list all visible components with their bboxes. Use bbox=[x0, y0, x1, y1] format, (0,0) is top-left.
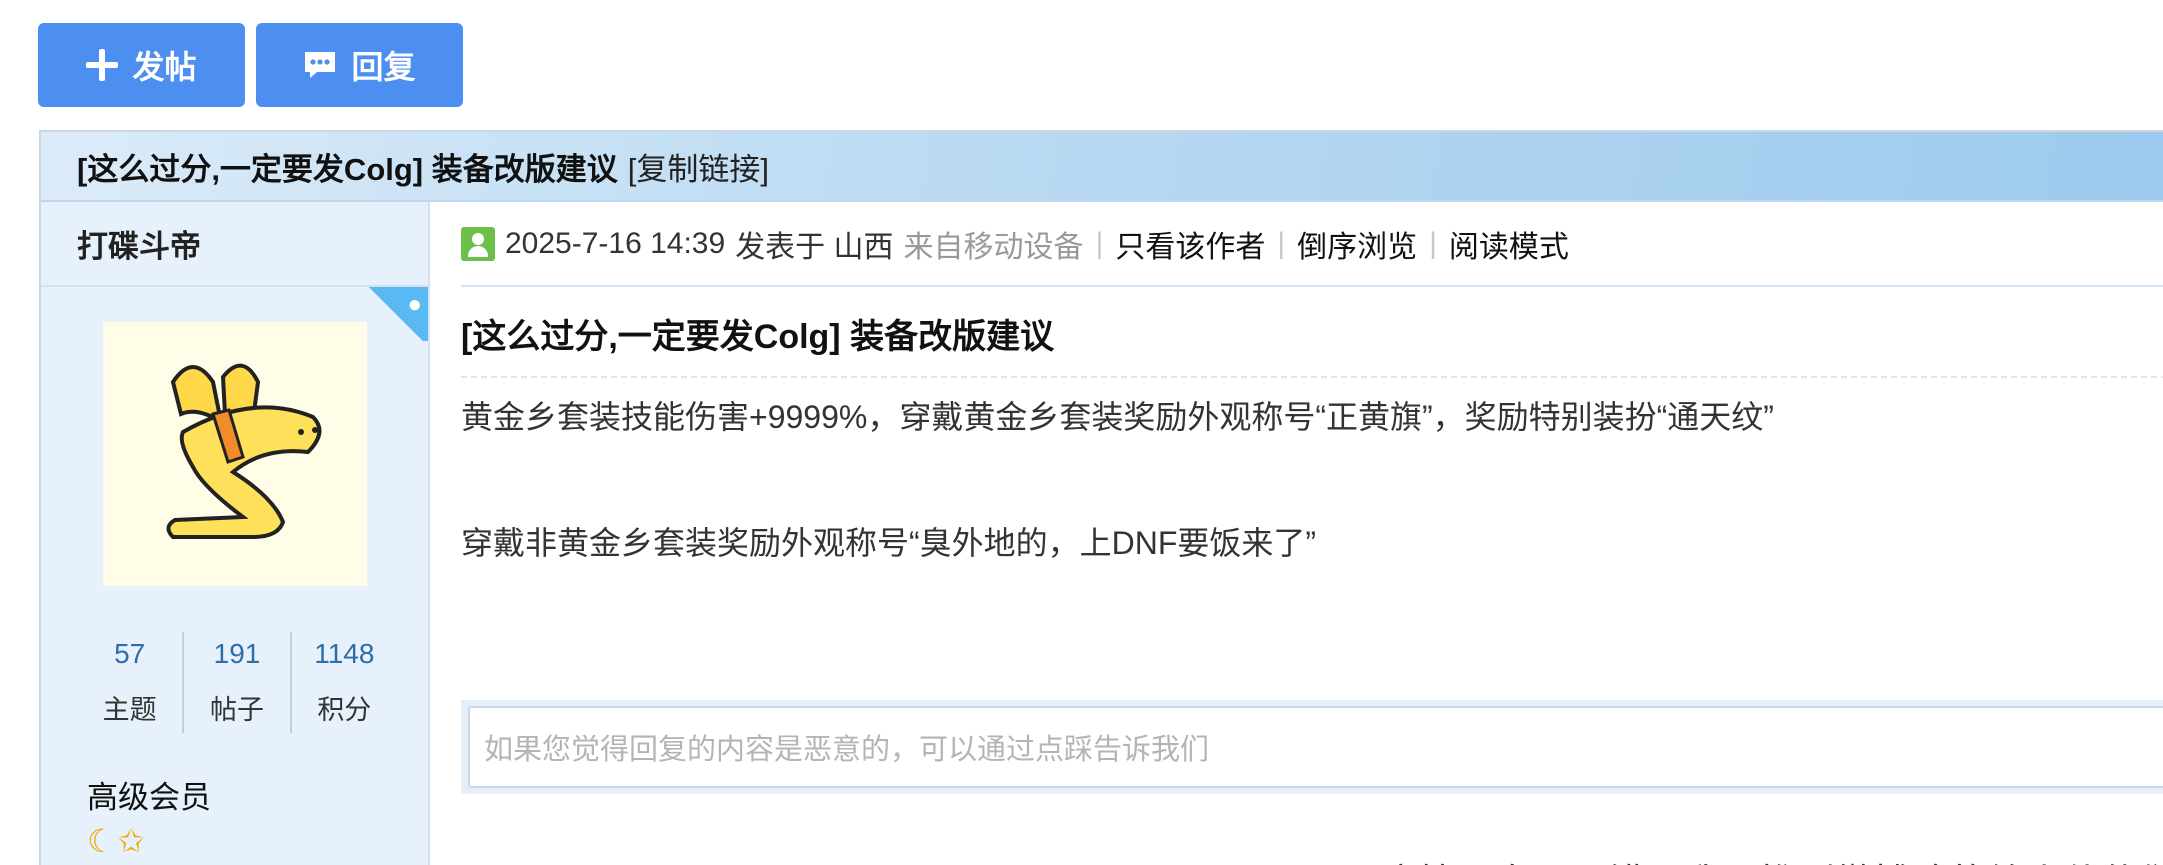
thread-title: [这么过分,一定要发Colg] 装备改版建议 bbox=[77, 151, 618, 187]
avatar-image bbox=[166, 363, 322, 539]
only-author-link[interactable]: 只看该作者 bbox=[1115, 222, 1265, 266]
divider: | bbox=[1095, 226, 1104, 260]
post-content: 2025-7-16 14:39 发表于 山西 来自移动设备 | 只看该作者 | … bbox=[461, 202, 2163, 865]
recommend-text: 这帖子真心不错。我要推到微博啥的给小伙伴们 bbox=[1379, 852, 2163, 865]
stat-posts[interactable]: 191 帖子 bbox=[184, 632, 292, 733]
author-sidebar: 打碟斗帝 ● 57 主题 191 帖子 1148 积分 高级会员 ☾✩ bbox=[41, 202, 430, 865]
avatar[interactable] bbox=[103, 322, 367, 586]
stat-points[interactable]: 1148 积分 bbox=[292, 632, 397, 733]
report-hint-box: 如果您觉得回复的内容是恶意的，可以通过点踩告诉我们 bbox=[461, 700, 2163, 794]
thread-header: [这么过分,一定要发Colg] 装备改版建议 [复制链接] bbox=[41, 132, 2163, 202]
reply-button-label: 回复 bbox=[351, 49, 416, 85]
online-status-icon bbox=[461, 226, 495, 261]
divider: | bbox=[1429, 226, 1437, 260]
divider: | bbox=[1277, 226, 1286, 260]
post-location: 发表于 山西 bbox=[735, 230, 894, 264]
report-hint-text: 如果您觉得回复的内容是恶意的，可以通过点踩告诉我们 bbox=[468, 706, 2163, 788]
read-mode-link[interactable]: 阅读模式 bbox=[1449, 222, 1569, 266]
stat-threads[interactable]: 57 主题 bbox=[77, 632, 185, 733]
thread-container: [这么过分,一定要发Colg] 装备改版建议 [复制链接] 打碟斗帝 ● 57 … bbox=[39, 130, 2163, 865]
copy-link[interactable]: [复制链接] bbox=[628, 144, 769, 189]
comment-icon bbox=[305, 52, 336, 78]
post-device: 来自移动设备 bbox=[903, 230, 1084, 264]
apple-icon: ● bbox=[407, 291, 423, 318]
post-body-line: 黄金乡套装技能伤害+9999%，穿戴黄金乡套装奖励外观称号“正黄旗”，奖励特别装… bbox=[461, 399, 1774, 435]
post-date: 2025-7-16 14:39 bbox=[505, 226, 726, 260]
post-button[interactable]: 发帖 bbox=[38, 23, 245, 107]
author-name[interactable]: 打碟斗帝 bbox=[41, 202, 428, 287]
plus-icon bbox=[86, 49, 119, 81]
reverse-order-link[interactable]: 倒序浏览 bbox=[1297, 222, 1417, 266]
post-body-line: 穿戴非黄金乡套装奖励外观称号“臭外地的，上DNF要饭来了” bbox=[461, 525, 1317, 561]
post-button-label: 发帖 bbox=[132, 49, 197, 85]
rank-stars-icon: ☾✩ bbox=[87, 823, 147, 859]
post-title: [这么过分,一定要发Colg] 装备改版建议 bbox=[461, 309, 2163, 378]
reply-button[interactable]: 回复 bbox=[256, 23, 463, 107]
post-meta: 2025-7-16 14:39 发表于 山西 来自移动设备 | 只看该作者 | … bbox=[461, 202, 2163, 287]
author-stats: 57 主题 191 帖子 1148 积分 bbox=[77, 632, 397, 733]
member-rank: 高级会员 bbox=[87, 780, 211, 815]
